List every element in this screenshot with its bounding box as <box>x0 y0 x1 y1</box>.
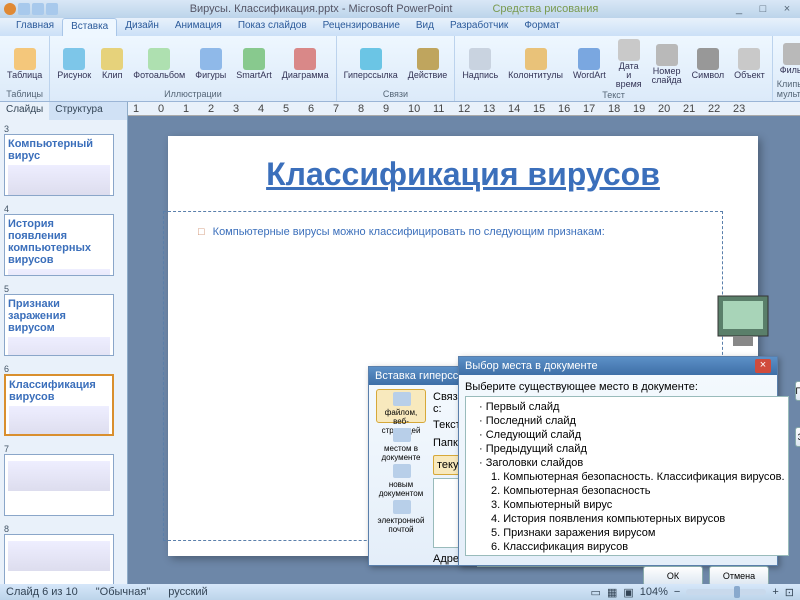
tab-Вставка[interactable]: Вставка <box>62 18 117 36</box>
ok-button[interactable]: ОК <box>643 566 703 584</box>
ribbon-Фильм[interactable]: Фильм <box>777 42 800 76</box>
clipart-monitor-1[interactable] <box>708 286 788 356</box>
minimize-button[interactable]: _ <box>730 3 748 15</box>
tab-Дизайн[interactable]: Дизайн <box>117 18 167 36</box>
maximize-button[interactable]: □ <box>754 3 772 15</box>
ribbon-Фотоальбом[interactable]: Фотоальбом <box>130 47 188 81</box>
close-button[interactable]: × <box>778 3 796 15</box>
tree-item[interactable]: · Следующий слайд <box>469 428 785 442</box>
select-place-dialog: Выбор места в документе× Выберите сущест… <box>458 356 778 566</box>
app-title: Вирусы. Классификация.pptx - Microsoft P… <box>190 3 453 15</box>
ribbon-Объект[interactable]: Объект <box>731 47 768 81</box>
zoom-slider[interactable] <box>686 589 766 595</box>
tab-Главная[interactable]: Главная <box>8 18 62 36</box>
ribbon-Фигуры[interactable]: Фигуры <box>192 47 229 81</box>
context-tab-label: Средства рисования <box>492 3 598 15</box>
slide-counter: Слайд 6 из 10 <box>6 586 78 598</box>
tree-sub-item[interactable]: 3. Компьютерный вирус <box>469 498 785 512</box>
ruler-horizontal: 101234567891011121314151617181920212223 <box>128 102 800 116</box>
status-bar: Слайд 6 из 10 "Обычная" русский ▭ ▦ ▣ 10… <box>0 584 800 600</box>
place-tree[interactable]: · Первый слайд· Последний слайд· Следующ… <box>465 396 789 556</box>
thumbnails: 3Компьютерный вирус 4История появления ко… <box>0 120 127 584</box>
ribbon-Действие[interactable]: Действие <box>405 47 451 81</box>
slide-panel: Слайды Структура 3Компьютерный вирус 4Ист… <box>0 102 128 584</box>
tree-sub-item[interactable]: 2. Компьютерная безопасность <box>469 484 785 498</box>
tree-item[interactable]: · Заголовки слайдов <box>469 456 785 470</box>
thumbnail-8[interactable]: 8 <box>4 524 123 584</box>
tab-slides[interactable]: Слайды <box>0 102 49 120</box>
thumbnail-3[interactable]: 3Компьютерный вирус <box>4 124 123 196</box>
prompt-label: Выберите существующее место в документе: <box>465 381 789 393</box>
ribbon-Гиперссылка[interactable]: Гиперссылка <box>341 47 401 81</box>
zoom-out-button[interactable]: − <box>674 586 680 598</box>
ribbon-Колонтитулы[interactable]: Колонтитулы <box>505 47 566 81</box>
ribbon-Диаграмма[interactable]: Диаграмма <box>279 47 332 81</box>
ribbon-Таблица[interactable]: Таблица <box>4 47 45 81</box>
ribbon: ТаблицаТаблицыРисунокКлипФотоальбомФигур… <box>0 36 800 102</box>
fit-button[interactable]: ⊡ <box>785 586 794 599</box>
view-sorter-icon[interactable]: ▦ <box>607 586 617 599</box>
view-normal-icon[interactable]: ▭ <box>591 586 601 599</box>
tooltip-button[interactable]: Подсказка... <box>795 381 800 401</box>
close-icon[interactable]: × <box>755 359 771 373</box>
tree-item[interactable]: · Последний слайд <box>469 414 785 428</box>
tab-Показ слайдов[interactable]: Показ слайдов <box>230 18 315 36</box>
tab-Анимация[interactable]: Анимация <box>167 18 230 36</box>
office-button[interactable] <box>4 3 16 15</box>
ribbon-Надпись[interactable]: Надпись <box>459 47 501 81</box>
tab-Рецензирование[interactable]: Рецензирование <box>315 18 408 36</box>
slide-title[interactable]: Классификация вирусов <box>198 156 728 193</box>
tree-item[interactable]: · Первый слайд <box>469 400 785 414</box>
thumbnail-7[interactable]: 7 <box>4 444 123 516</box>
dialog2-title: Выбор места в документе <box>465 360 598 372</box>
tab-Вид[interactable]: Вид <box>408 18 442 36</box>
theme-label: "Обычная" <box>96 586 150 598</box>
tree-sub-item[interactable]: 4. История появления компьютерных вирусо… <box>469 512 785 526</box>
cancel-button[interactable]: Отмена <box>709 566 769 584</box>
tree-sub-item[interactable]: 1. Компьютерная безопасность. Классифика… <box>469 470 785 484</box>
linkto-opt-2[interactable]: новым документом <box>376 461 426 495</box>
ribbon-SmartArt[interactable]: SmartArt <box>233 47 275 81</box>
thumbnail-5[interactable]: 5Признаки заражения вирусом <box>4 284 123 356</box>
link-to-panel: файлом, веб-страницейместом в документен… <box>373 389 429 569</box>
linkto-opt-3[interactable]: электронной почтой <box>376 497 426 531</box>
linkto-opt-0[interactable]: файлом, веб-страницей <box>376 389 426 423</box>
zoom-label: 104% <box>640 586 668 598</box>
tab-Разработчик[interactable]: Разработчик <box>442 18 516 36</box>
bookmark-button[interactable]: Закладка... <box>795 427 800 447</box>
ribbon-Рисунок[interactable]: Рисунок <box>54 47 94 81</box>
qat <box>4 3 58 15</box>
ribbon-tabs: ГлавнаяВставкаДизайнАнимацияПоказ слайдо… <box>0 18 800 36</box>
ribbon-WordArt[interactable]: WordArt <box>570 47 609 81</box>
tree-sub-item[interactable]: 5. Признаки заражения вирусом <box>469 526 785 540</box>
ribbon-Клип[interactable]: Клип <box>98 47 126 81</box>
view-slideshow-icon[interactable]: ▣ <box>623 586 633 599</box>
ribbon-Символ[interactable]: Символ <box>689 47 727 81</box>
slide-canvas[interactable]: Классификация вирусов □Компьютерные виру… <box>128 116 800 584</box>
tab-Формат[interactable]: Формат <box>516 18 568 36</box>
zoom-in-button[interactable]: + <box>772 586 778 598</box>
ribbon-Номер слайда[interactable]: Номер слайда <box>649 43 685 86</box>
tree-sub-item[interactable]: 7. Слайд 7 <box>469 554 785 556</box>
ribbon-Дата и время[interactable]: Дата и время <box>613 38 645 90</box>
lang-label[interactable]: русский <box>168 586 207 598</box>
tree-sub-item[interactable]: 6. Классификация вирусов <box>469 540 785 554</box>
save-icon[interactable] <box>18 3 30 15</box>
tab-outline[interactable]: Структура <box>49 102 108 120</box>
thumbnail-4[interactable]: 4История появления компьютерных вирусов <box>4 204 123 276</box>
tree-item[interactable]: · Предыдущий слайд <box>469 442 785 456</box>
redo-icon[interactable] <box>46 3 58 15</box>
thumbnail-6[interactable]: 6Классификация вирусов <box>4 364 123 436</box>
titlebar: Вирусы. Классификация.pptx - Microsoft P… <box>0 0 800 18</box>
undo-icon[interactable] <box>32 3 44 15</box>
linkto-opt-1[interactable]: местом в документе <box>376 425 426 459</box>
